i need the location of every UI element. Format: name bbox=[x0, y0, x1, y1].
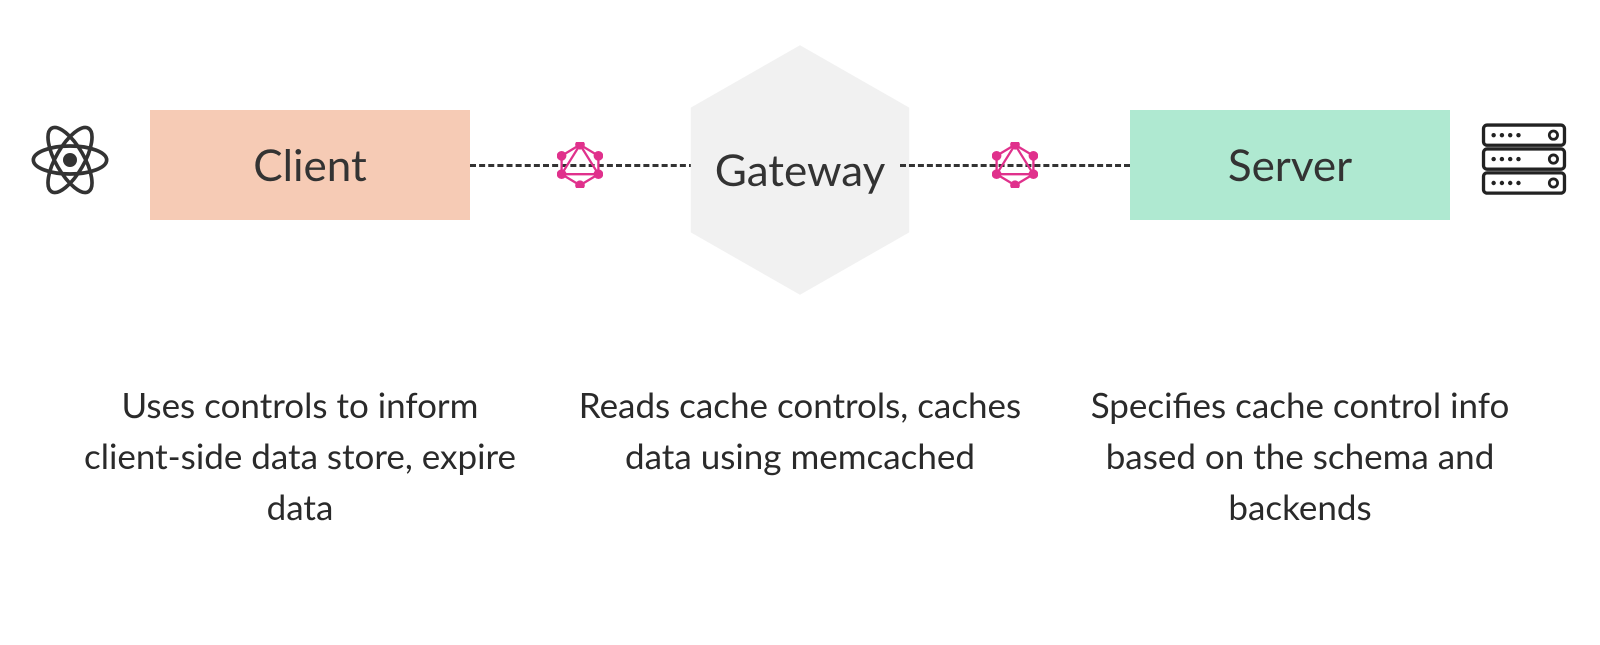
architecture-row: Client Gateway bbox=[0, 0, 1600, 320]
gateway-node: Gateway bbox=[670, 40, 930, 300]
client-label: Client bbox=[253, 139, 367, 191]
gateway-description: Reads cache controls, caches data using … bbox=[570, 380, 1030, 532]
graphql-icon bbox=[557, 142, 603, 188]
graphql-icon bbox=[992, 142, 1038, 188]
client-description: Uses controls to inform client-side data… bbox=[70, 380, 530, 532]
gateway-label: Gateway bbox=[715, 144, 886, 196]
descriptions-row: Uses controls to inform client-side data… bbox=[0, 380, 1600, 532]
server-label: Server bbox=[1228, 139, 1352, 191]
server-stack-icon bbox=[1478, 114, 1570, 206]
server-description: Specifies cache control info based on th… bbox=[1070, 380, 1530, 532]
server-node: Server bbox=[1130, 110, 1450, 220]
react-icon bbox=[30, 120, 110, 200]
client-node: Client bbox=[150, 110, 470, 220]
